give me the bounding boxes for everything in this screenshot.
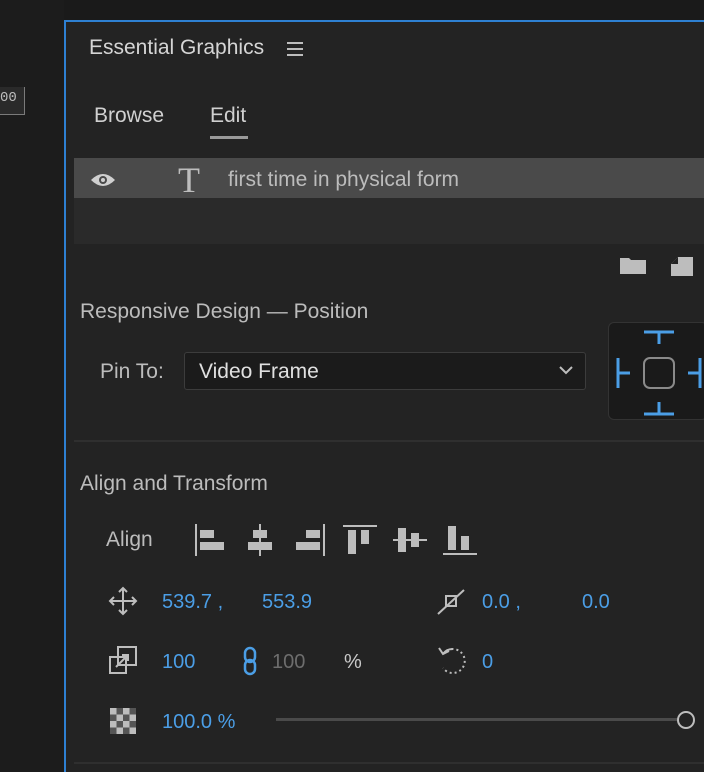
eye-icon[interactable] bbox=[89, 171, 117, 189]
responsive-design-title: Responsive Design — Position bbox=[80, 300, 369, 323]
rotation-icon bbox=[438, 647, 466, 674]
pin-to-dropdown[interactable]: Video Frame bbox=[184, 352, 586, 390]
chevron-down-icon bbox=[559, 366, 573, 375]
anchor-point-icon bbox=[437, 589, 465, 615]
position-x-value[interactable]: 539.7 , bbox=[162, 591, 223, 614]
timecode-ruler: 00 bbox=[0, 87, 25, 115]
layer-list-empty-area bbox=[74, 198, 704, 244]
pin-edges-icon[interactable] bbox=[608, 322, 704, 420]
scale-icon bbox=[109, 646, 137, 674]
tab-edit-underline bbox=[210, 136, 248, 139]
tab-edit[interactable]: Edit bbox=[210, 104, 246, 128]
anchor-y-value[interactable]: 0.0 bbox=[582, 591, 610, 614]
scale-value[interactable]: 100 bbox=[162, 651, 195, 674]
anchor-x-value[interactable]: 0.0 , bbox=[482, 591, 521, 614]
rotation-value[interactable]: 0 bbox=[482, 651, 493, 674]
layer-name[interactable]: first time in physical form bbox=[228, 168, 459, 192]
position-move-icon bbox=[108, 586, 138, 616]
scale-linked-value: 100 bbox=[272, 651, 306, 673]
align-vertical-center-icon[interactable] bbox=[392, 522, 428, 558]
left-panel bbox=[0, 0, 64, 772]
align-left-icon[interactable] bbox=[192, 522, 228, 558]
section-divider bbox=[74, 440, 704, 442]
align-bottom-icon[interactable] bbox=[442, 522, 478, 558]
hamburger-icon[interactable] bbox=[287, 42, 303, 56]
opacity-slider-thumb[interactable] bbox=[677, 711, 695, 729]
align-top-icon[interactable] bbox=[342, 522, 378, 558]
top-bar bbox=[0, 0, 704, 20]
ruler-text: 00 bbox=[0, 90, 17, 106]
pin-to-value: Video Frame bbox=[199, 360, 319, 383]
tab-browse[interactable]: Browse bbox=[94, 104, 164, 128]
opacity-checker-icon bbox=[110, 708, 136, 734]
new-folder-icon[interactable] bbox=[619, 255, 647, 275]
position-y-value[interactable]: 553.9 bbox=[262, 591, 312, 614]
section-divider-bottom bbox=[74, 762, 704, 764]
align-right-icon[interactable] bbox=[292, 522, 328, 558]
scale-unit: % bbox=[344, 651, 362, 673]
align-horizontal-center-icon[interactable] bbox=[242, 522, 278, 558]
pin-to-label: Pin To: bbox=[100, 360, 164, 383]
link-icon[interactable] bbox=[240, 646, 260, 676]
opacity-value[interactable]: 100.0 % bbox=[162, 711, 235, 734]
opacity-slider-track[interactable] bbox=[276, 718, 678, 721]
align-transform-title: Align and Transform bbox=[80, 472, 268, 495]
text-layer-icon: T bbox=[178, 160, 200, 200]
panel-title: Essential Graphics bbox=[89, 36, 265, 59]
new-item-icon[interactable] bbox=[670, 255, 694, 277]
align-label: Align bbox=[106, 528, 153, 551]
